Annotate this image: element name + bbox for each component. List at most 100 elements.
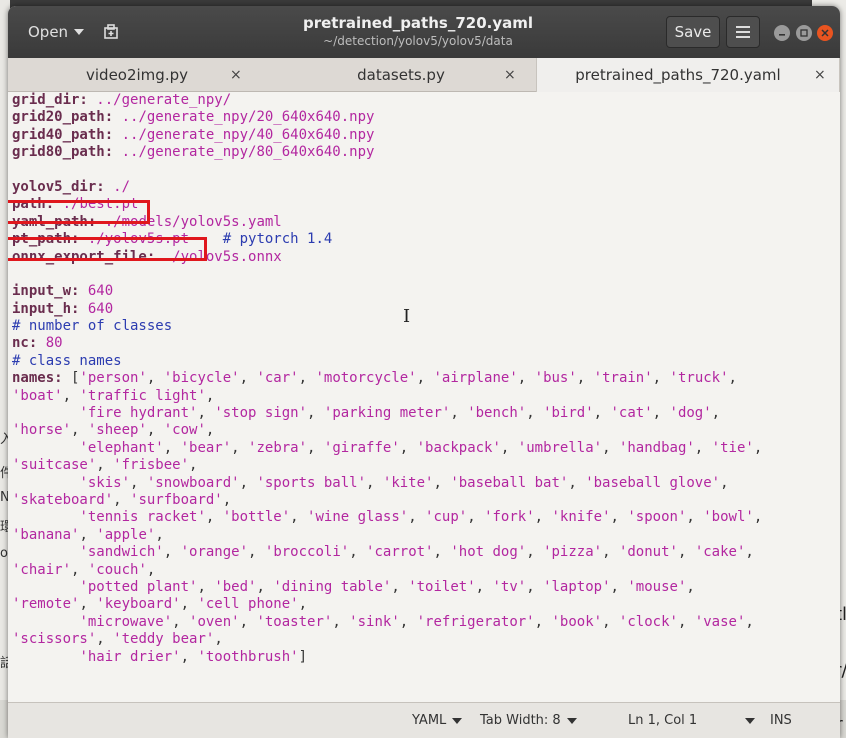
language-label: YAML (412, 713, 447, 728)
tab-close-button[interactable]: × (504, 58, 516, 92)
code-token: , (231, 439, 249, 456)
code-token: , (205, 509, 223, 526)
code-line: input_h: 640 (12, 301, 762, 318)
code-token: ../generate_npy/ (87, 92, 232, 108)
tab-pretrained-paths[interactable]: pretrained_paths_720.yaml (536, 58, 840, 92)
new-tab-button[interactable] (96, 17, 126, 47)
code-line: 'chair', 'couch', (12, 562, 762, 579)
code-token: , (248, 544, 265, 561)
code-token: , (526, 405, 544, 422)
hamburger-icon (736, 26, 750, 38)
tab-video2img[interactable]: video2img.py (8, 58, 266, 92)
insert-mode-indicator: INS (770, 713, 792, 728)
save-button[interactable]: Save (666, 16, 720, 48)
header-bar: Open pretrained_paths_720.yaml ~/detecti… (8, 6, 840, 58)
code-token: 'cup' (425, 509, 468, 526)
code-token: , (610, 509, 628, 526)
code-token: input_w: (12, 283, 80, 300)
code-token: 'pizza' (543, 544, 603, 561)
hamburger-menu-button[interactable] (726, 16, 760, 48)
code-line: names: ['person', 'bicycle', 'car', 'mot… (12, 370, 762, 387)
close-window-button[interactable] (817, 25, 833, 41)
code-token: , (745, 613, 754, 630)
code-token: 'microwave' (79, 613, 173, 630)
gedit-window: Open pretrained_paths_720.yaml ~/detecti… (8, 6, 840, 738)
language-selector[interactable]: YAML (412, 713, 463, 728)
text-editor[interactable]: grid_dir: ../generate_npy/grid20_path: .… (8, 92, 840, 702)
tab-close-button[interactable]: × (230, 58, 242, 92)
code-line: 'horse', 'sheep', 'cow', (12, 422, 762, 439)
code-token: 'train' (593, 370, 653, 387)
code-token: , (307, 439, 324, 456)
code-line: yolov5_dir: ./ (12, 179, 762, 196)
code-token: , (686, 578, 695, 595)
code-token: , (307, 405, 324, 422)
code-token: ] (298, 648, 308, 665)
code-token: , (610, 578, 628, 595)
code-token: 'donut' (618, 544, 678, 561)
code-token: 'bird' (543, 405, 594, 422)
code-token: , (96, 631, 114, 648)
code-token: , (163, 439, 181, 456)
code-token: , (239, 370, 257, 387)
code-token: 'broccoli' (264, 544, 350, 561)
minimize-icon (779, 34, 785, 36)
chevron-down-icon (452, 717, 463, 724)
code-token: , (753, 509, 763, 526)
code-token: , (256, 578, 274, 595)
code-token: 'suitcase' (12, 457, 97, 474)
code-token: 'baseball bat' (450, 474, 569, 491)
code-token: 640 (79, 300, 114, 317)
minimize-button[interactable] (774, 25, 790, 41)
text-cursor-icon: I (403, 306, 411, 327)
open-button[interactable]: Open (18, 17, 94, 47)
code-token: , (239, 613, 257, 630)
code-line: grid20_path: ../generate_npy/20_640x640.… (12, 109, 762, 126)
close-icon (821, 29, 829, 37)
highlight-box-pt-path (8, 237, 207, 261)
code-token: , (146, 370, 164, 387)
code-token: , (534, 509, 552, 526)
tab-width-label: Tab Width: 8 (480, 713, 561, 728)
code-line: 'banana', 'apple', (12, 527, 762, 544)
code-token: 'tie' (711, 439, 754, 456)
code-token: , (163, 544, 181, 561)
code-token: , (290, 509, 308, 526)
code-token: ../generate_npy/40_640x640.npy (113, 126, 375, 143)
code-token: , (239, 474, 257, 491)
code-token: 'skateboard' (12, 491, 114, 508)
code-token: 'cow' (163, 422, 206, 439)
code-token: 'orange' (180, 544, 249, 561)
code-token: 'vase' (694, 613, 746, 630)
code-token: 'bed' (214, 578, 257, 595)
maximize-icon (800, 29, 808, 37)
code-view[interactable]: grid_dir: ../generate_npy/grid20_path: .… (12, 92, 762, 666)
code-token: 'truck' (669, 370, 729, 387)
code-token: 'zebra' (248, 439, 308, 456)
code-token: 'mouse' (627, 578, 687, 595)
code-token: 'stop sign' (214, 405, 308, 422)
code-line: input_w: 640 (12, 283, 762, 300)
code-token: # number of classes (12, 318, 173, 335)
tab-label: datasets.py (357, 66, 445, 84)
cursor-position-selector[interactable]: Ln 1, Col 1 (628, 713, 756, 728)
code-token: , (534, 613, 552, 630)
code-token: 'snowboard' (146, 474, 240, 491)
code-token: 'backpack' (416, 439, 501, 456)
code-token: , (467, 509, 485, 526)
code-token: 'bicycle' (163, 370, 240, 387)
chevron-down-icon (566, 717, 577, 724)
code-token: , (720, 474, 729, 491)
code-token: 'surfboard' (130, 491, 223, 508)
code-line: grid40_path: ../generate_npy/40_640x640.… (12, 127, 762, 144)
code-token: 'knife' (551, 509, 611, 526)
code-token: 'carrot' (366, 544, 434, 561)
code-token: ../generate_npy/80_640x640.npy (113, 144, 375, 161)
maximize-button[interactable] (796, 25, 812, 41)
tab-width-selector[interactable]: Tab Width: 8 (480, 713, 577, 728)
tab-datasets[interactable]: datasets.py (266, 58, 536, 92)
tab-close-button[interactable]: × (814, 58, 826, 92)
